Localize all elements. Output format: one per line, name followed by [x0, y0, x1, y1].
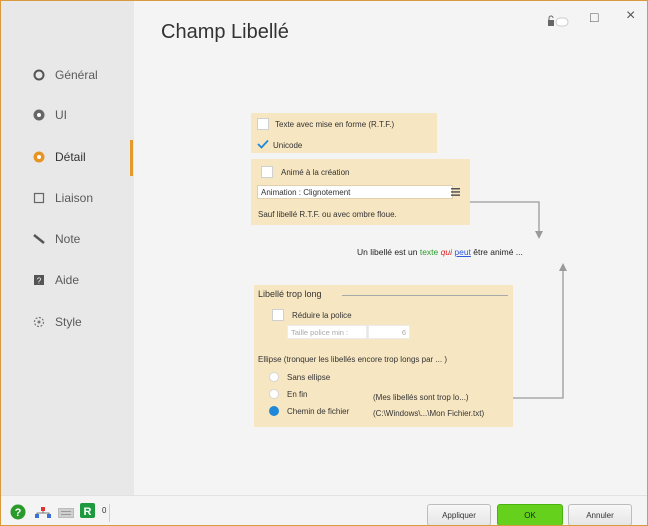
radio-no-ellipsis[interactable]: Sans ellipse — [269, 372, 330, 382]
reduce-font-checkbox[interactable]: Réduire la police — [272, 309, 352, 321]
long-label-panel: Libellé trop long Réduire la police Tail… — [254, 285, 513, 427]
svg-text:R: R — [84, 506, 92, 518]
preview-word-texte: texte — [419, 247, 439, 257]
radio-label: Chemin de fichier — [287, 406, 350, 416]
preview-text-1: Un libellé est un — [357, 247, 420, 257]
preview-word-peut: peut — [454, 247, 471, 257]
radio-label: En fin — [287, 389, 308, 399]
ellipsis-title: Ellipse (tronquer les libellés encore tr… — [258, 355, 447, 364]
animated-label-preview: Un libellé est un texte qui peut être an… — [357, 247, 523, 257]
status-count: 0 — [102, 506, 107, 515]
long-label-group-title: Libellé trop long — [258, 289, 322, 299]
reduce-font-label: Réduire la police — [292, 310, 352, 320]
ok-button[interactable]: OK — [497, 504, 563, 525]
radio-button[interactable] — [269, 389, 279, 399]
radio-end-ellipsis[interactable]: En fin — [269, 389, 307, 399]
end-ellipsis-example: (Mes libellés sont trop lo...) — [373, 393, 469, 402]
preview-text-2: être animé ... — [470, 247, 523, 257]
bottom-bar: ? R 0 Appliquer OK Annuler — [1, 495, 647, 525]
status-divider — [109, 504, 110, 522]
file-path-example: (C:\Windows\...\Mon Fichier.txt) — [373, 409, 485, 418]
hierarchy-icon[interactable] — [35, 506, 51, 524]
svg-text:?: ? — [15, 507, 22, 519]
dialog-window: Général UI Détail Liaison Note ? Aide St… — [0, 0, 648, 526]
min-font-size-label: Taille police min : — [287, 325, 367, 339]
r-icon[interactable]: R — [80, 503, 95, 523]
radio-button-selected[interactable] — [269, 406, 279, 416]
preview-word-qui: qui — [438, 247, 455, 257]
checkbox[interactable] — [272, 309, 284, 321]
radio-file-path[interactable]: Chemin de fichier — [269, 406, 349, 416]
help-icon[interactable]: ? — [10, 504, 26, 525]
radio-label: Sans ellipse — [287, 372, 331, 382]
cancel-button[interactable]: Annuler — [568, 504, 632, 525]
group-divider — [342, 295, 508, 296]
radio-button[interactable] — [269, 372, 279, 382]
keyboard-icon[interactable] — [58, 506, 74, 524]
min-font-size-input[interactable]: 6 — [368, 325, 410, 339]
apply-button[interactable]: Appliquer — [427, 504, 491, 525]
